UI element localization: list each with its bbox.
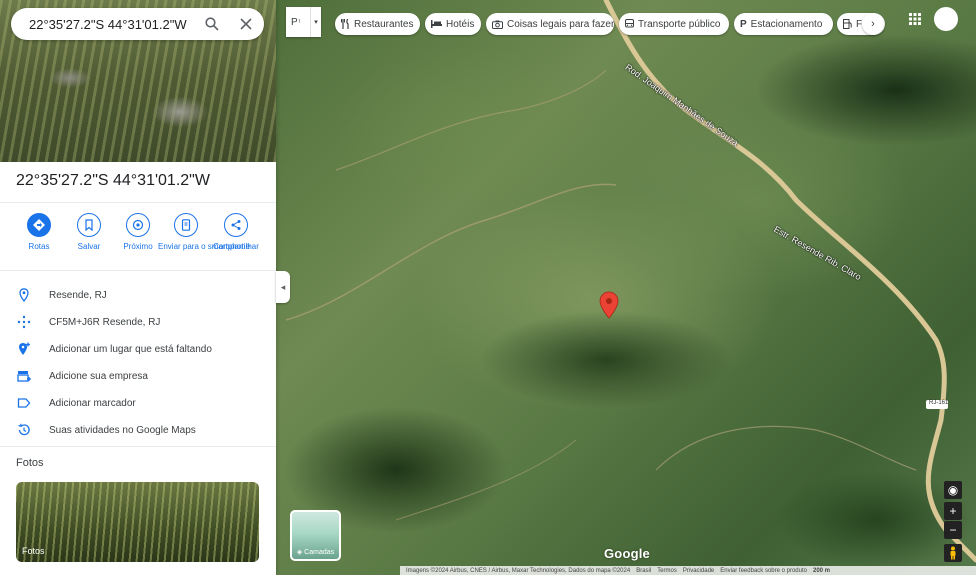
my-location-button[interactable]: ◉ [944, 481, 962, 499]
partial-place-card[interactable]: Pᵗ ▾ [286, 7, 321, 37]
action-label: Enviar para o smartphone [158, 242, 251, 251]
save-button[interactable]: Salvar [64, 213, 114, 252]
nearby-button[interactable]: Próximo [113, 213, 163, 252]
apps-icon[interactable] [908, 12, 922, 26]
send-to-phone-button[interactable]: Enviar para o smartphone [158, 213, 251, 252]
action-label: Próximo [123, 242, 153, 251]
location-pin-icon [16, 287, 32, 303]
gas-station-icon [843, 19, 852, 29]
info-row-address[interactable]: Resende, RJ [16, 285, 266, 305]
info-row-plus-code[interactable]: CF5M+J6R Resende, RJ [16, 312, 266, 332]
chip-label: Restaurantes [354, 18, 414, 30]
info-row-add-place[interactable]: Adicionar um lugar que está faltando [16, 339, 266, 359]
action-label: Rotas [28, 242, 50, 251]
history-icon [16, 422, 32, 438]
chip-label: Coisas legais para fazer [507, 18, 614, 30]
dirt-path [285, 183, 617, 321]
info-text: CF5M+J6R Resende, RJ [49, 316, 161, 328]
chevron-right-icon: › [871, 18, 875, 30]
camera-icon [492, 20, 503, 29]
layers-text: Camadas [304, 549, 335, 556]
location-pin-marker[interactable] [599, 291, 619, 319]
restaurant-icon [341, 19, 350, 29]
share-icon [224, 213, 248, 237]
chip-transit[interactable]: Transporte público [619, 13, 729, 35]
scale-bar-label[interactable]: 200 m [813, 568, 830, 574]
info-text: Adicionar um lugar que está faltando [49, 343, 212, 355]
action-label: Compartilhar [213, 242, 259, 251]
action-label: Salvar [77, 242, 101, 251]
business-icon [16, 368, 32, 384]
dirt-path [395, 439, 577, 521]
info-text: Resende, RJ [49, 289, 107, 301]
search-icon[interactable] [203, 15, 221, 33]
info-text: Suas atividades no Google Maps [49, 424, 196, 436]
feedback-link[interactable]: Enviar feedback sobre o produto [720, 568, 807, 574]
info-text: Adicionar marcador [49, 397, 136, 409]
partial-label: P [291, 16, 298, 28]
chip-restaurants[interactable]: Restaurantes [335, 13, 420, 35]
place-panel: 22°35'27.2"S 44°31'01.2"W Rotas Salvar P… [0, 0, 276, 575]
map-canvas[interactable]: Rod. Joaquim Manhães de Souza Estr. Rese… [276, 0, 976, 575]
page-title: 22°35'27.2"S 44°31'01.2"W [16, 172, 210, 189]
google-logo: Google [604, 546, 650, 561]
walk-icon: ᵗ [298, 18, 301, 26]
map-footer: Imagens ©2024 Airbus, CNES / Airbus, Max… [400, 566, 976, 575]
zoom-in-button[interactable]: + [944, 502, 962, 520]
divider [0, 446, 276, 447]
minus-icon: − [949, 523, 957, 537]
info-row-add-label[interactable]: Adicionar marcador [16, 393, 266, 413]
layers-label: ◈ Camadas [292, 548, 339, 556]
dirt-path [335, 69, 607, 171]
chip-things-to-do[interactable]: Coisas legais para fazer [486, 13, 614, 35]
plus-code-icon [16, 314, 32, 330]
info-row-activity[interactable]: Suas atividades no Google Maps [16, 420, 266, 440]
plus-icon: + [949, 504, 957, 518]
chip-label: Estacionamento [750, 18, 823, 30]
layers-button[interactable]: ◈ Camadas [290, 510, 341, 561]
terms-link[interactable]: Termos [657, 568, 677, 574]
chevron-left-icon: ◂ [280, 281, 286, 292]
chip-label: Transporte público [638, 18, 721, 30]
info-row-add-business[interactable]: Adicione sua empresa [16, 366, 266, 386]
collapse-panel-button[interactable]: ◂ [276, 271, 290, 303]
parking-icon: P [740, 18, 747, 30]
search-input[interactable] [27, 15, 201, 33]
nearby-icon [126, 213, 150, 237]
privacy-link[interactable]: Privacidade [683, 568, 714, 574]
hotel-icon [431, 20, 442, 28]
divider [0, 270, 276, 271]
divider [0, 202, 276, 203]
chip-parking[interactable]: P Estacionamento [734, 13, 833, 35]
zoom-out-button[interactable]: − [944, 521, 962, 539]
add-place-icon [16, 341, 32, 357]
pegman-icon [950, 546, 956, 560]
chevron-down-icon[interactable]: ▾ [310, 7, 321, 37]
dirt-path [655, 425, 917, 471]
info-text: Adicione sua empresa [49, 370, 148, 382]
search-box[interactable] [11, 8, 264, 40]
photos-caption: Fotos [22, 546, 45, 556]
photos-heading: Fotos [16, 457, 44, 469]
route-shield-label: RJ-161 [929, 400, 949, 406]
location-target-icon: ◉ [947, 483, 959, 497]
photos-card[interactable]: Fotos [16, 482, 259, 562]
road-network [285, 0, 976, 563]
street-view-button[interactable] [944, 544, 962, 562]
bookmark-icon [77, 213, 101, 237]
close-icon[interactable] [237, 15, 255, 33]
chips-next-button[interactable]: › [862, 13, 884, 35]
directions-button[interactable]: Rotas [14, 213, 64, 252]
share-button[interactable]: Compartilhar [211, 213, 261, 252]
send-to-phone-icon [174, 213, 198, 237]
imagery-credit: Imagens ©2024 Airbus, CNES / Airbus, Max… [406, 567, 631, 574]
transit-icon [625, 19, 634, 29]
directions-icon [27, 213, 51, 237]
region-link[interactable]: Brasil [636, 568, 651, 574]
chip-hotels[interactable]: Hotéis [425, 13, 481, 35]
label-icon [16, 395, 32, 411]
chip-label: Hotéis [446, 18, 475, 30]
avatar[interactable] [934, 7, 958, 31]
